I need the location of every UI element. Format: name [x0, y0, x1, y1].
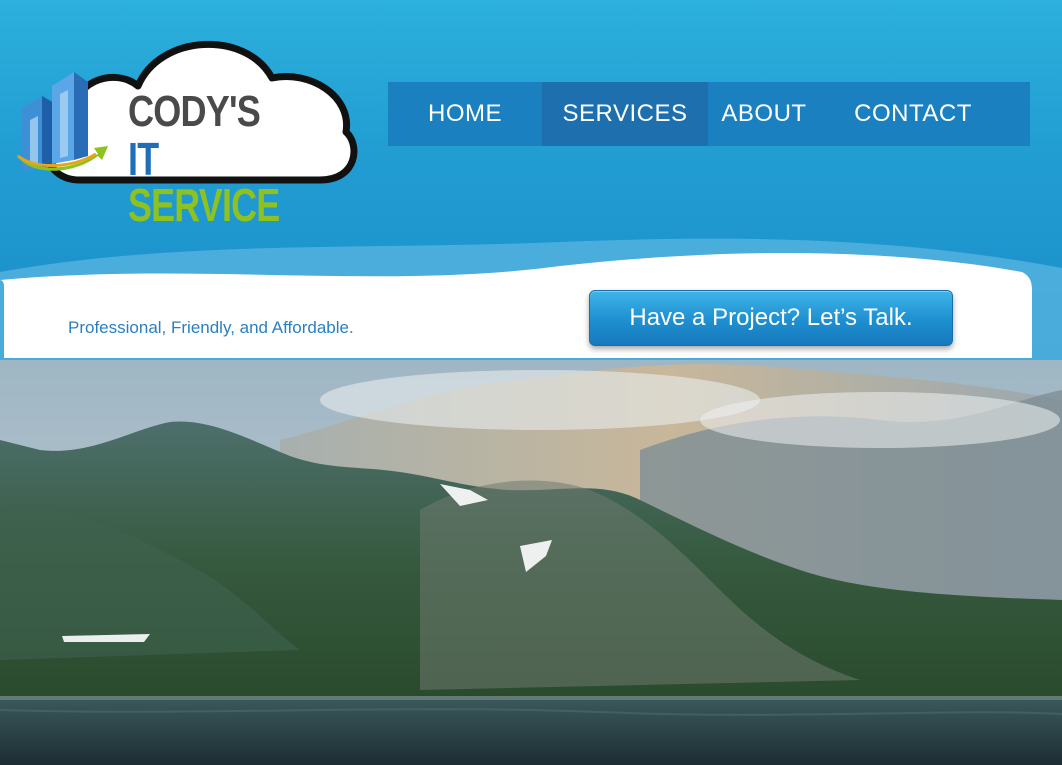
logo-text-it-service: IT SERVICE: [128, 136, 311, 228]
hero-image: [0, 360, 1062, 765]
site-header: CODY'S IT SERVICE HOME SERVICES ABOUT CO…: [0, 0, 1062, 360]
buildings-cloud-logo-icon: [16, 72, 108, 172]
nav-item-services[interactable]: SERVICES: [542, 82, 708, 146]
tagline: Professional, Friendly, and Affordable.: [68, 318, 354, 337]
logo-text-codys: CODY'S: [128, 87, 261, 136]
site-logo[interactable]: CODY'S IT SERVICE: [10, 20, 362, 228]
contact-cta-button[interactable]: Have a Project? Let’s Talk.: [589, 290, 953, 346]
logo-text-it: IT: [128, 133, 159, 185]
nav-item-contact[interactable]: CONTACT: [820, 82, 1006, 146]
nav-item-about[interactable]: ABOUT: [708, 82, 820, 146]
logo-text-service: SERVICE: [128, 179, 280, 231]
nav-item-home[interactable]: HOME: [388, 82, 542, 146]
main-nav: HOME SERVICES ABOUT CONTACT: [388, 82, 1030, 146]
